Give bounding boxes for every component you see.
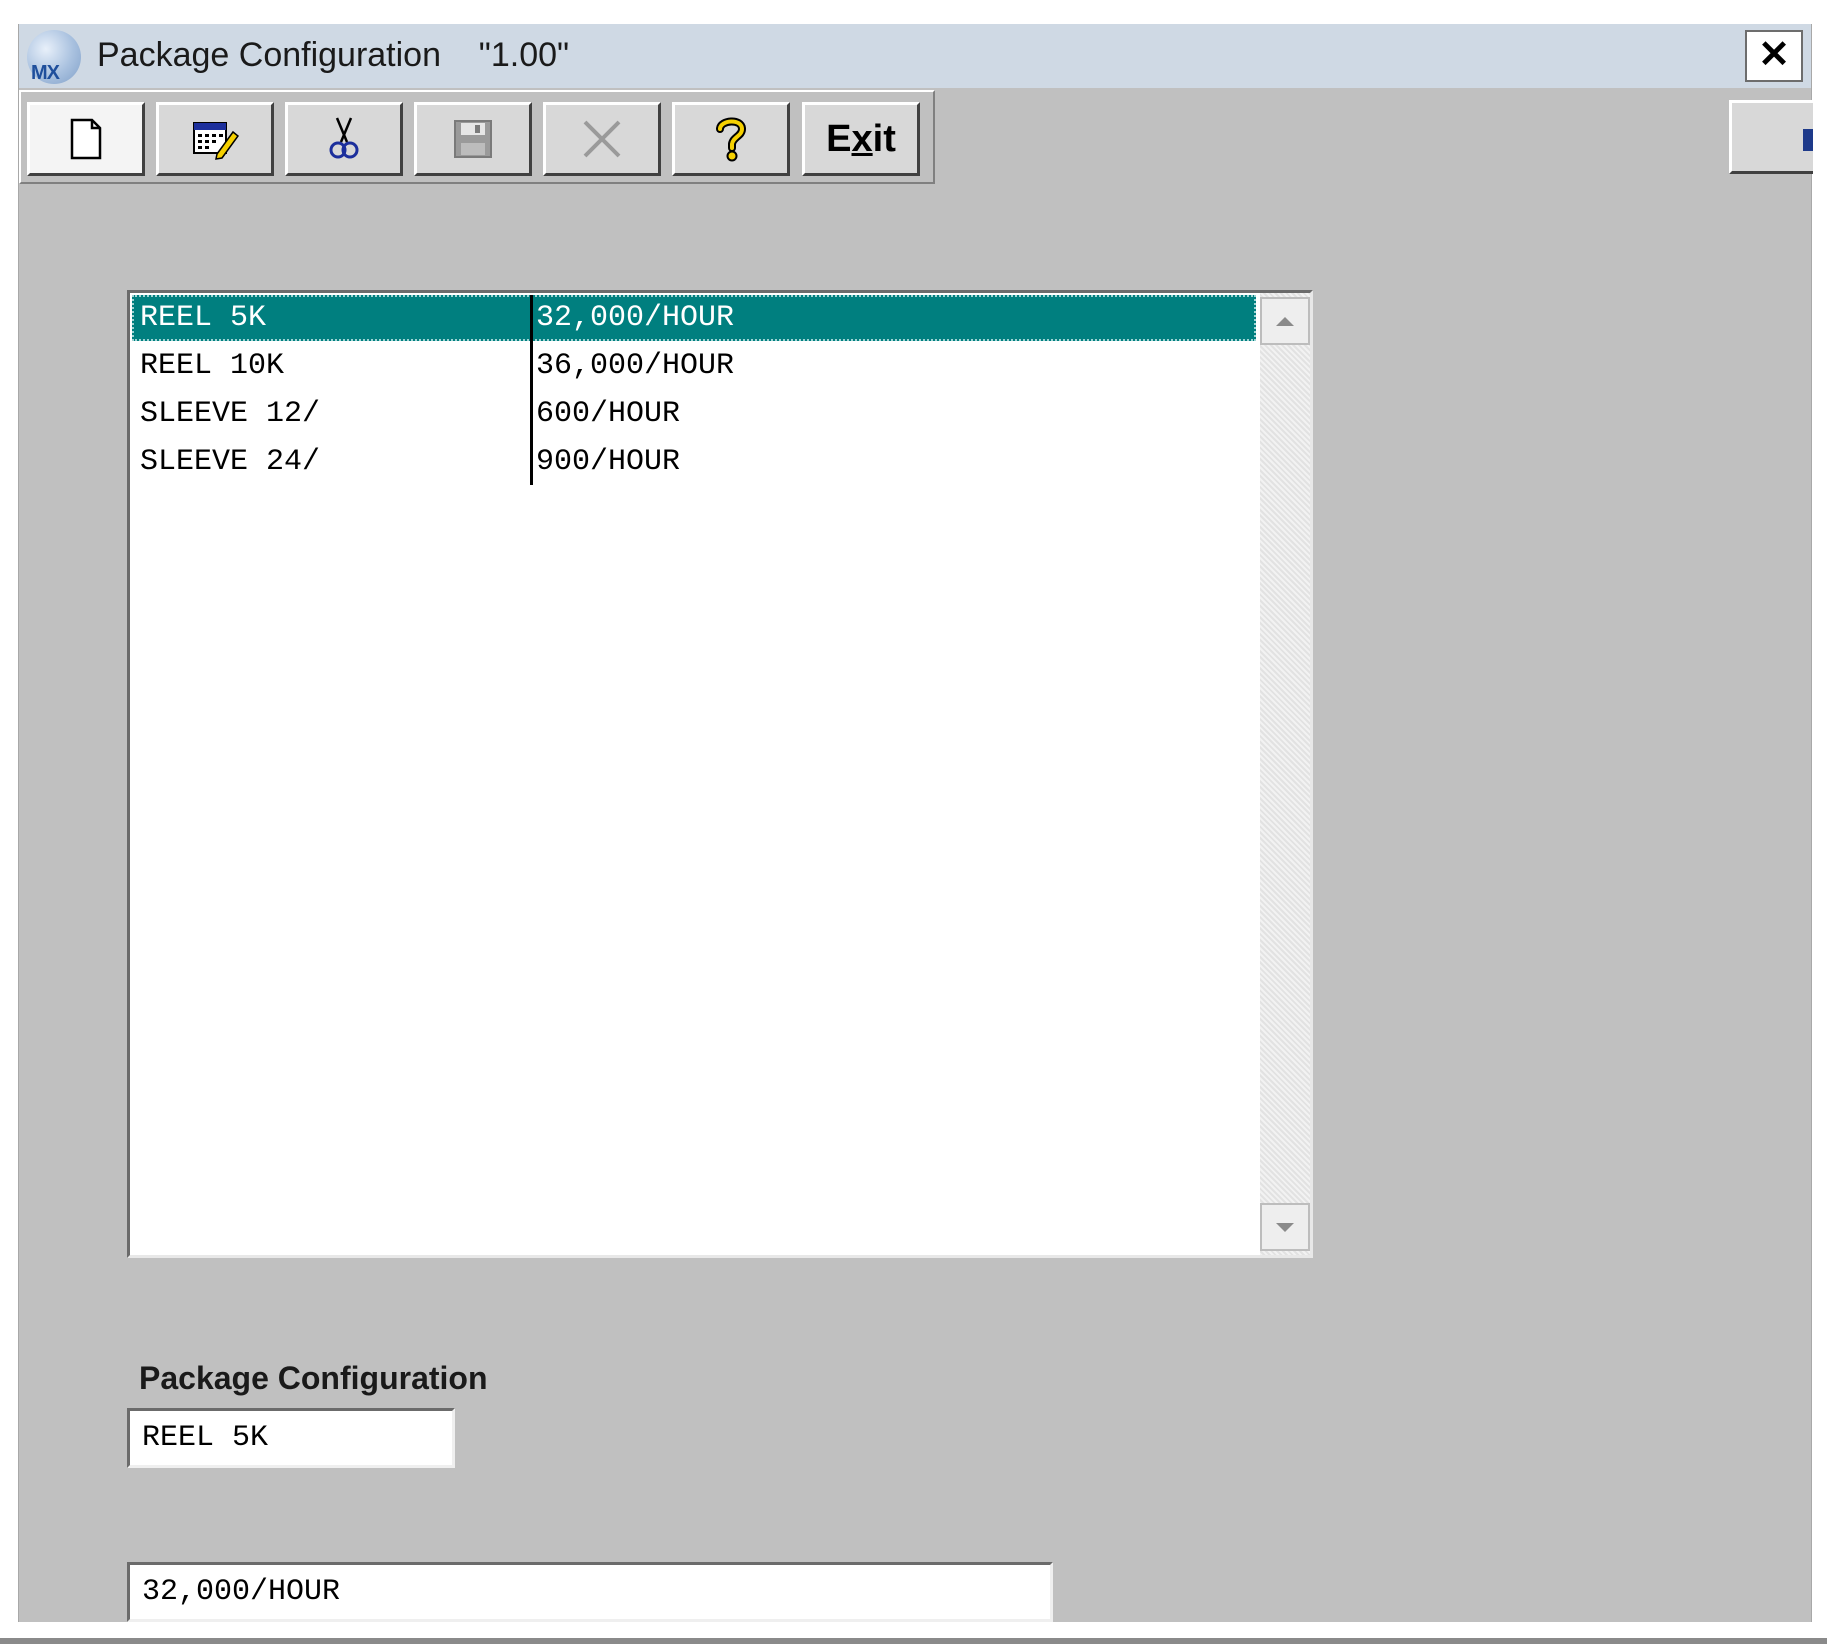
list-item[interactable]: REEL 10K 36,000/HOUR	[132, 343, 1256, 389]
floppy-disk-icon	[454, 120, 492, 158]
exit-button-label: Exit	[826, 117, 896, 160]
close-button[interactable]: ✕	[1745, 30, 1803, 82]
package-configuration-label: Package Configuration	[139, 1360, 488, 1396]
edit-calendar-icon	[193, 122, 239, 160]
list-item-rate: 32,000/HOUR	[536, 301, 735, 335]
list-item-name: REEL 10K	[140, 349, 285, 383]
delete-button[interactable]	[543, 102, 661, 176]
chevron-up-icon	[1276, 316, 1294, 326]
chevron-down-icon	[1276, 1222, 1294, 1232]
new-button[interactable]	[27, 102, 145, 176]
save-button[interactable]	[414, 102, 532, 176]
column-divider	[530, 295, 533, 485]
scissors-icon	[329, 117, 359, 159]
window-bottom-border	[0, 1638, 1827, 1644]
list-item-rate: 36,000/HOUR	[536, 349, 735, 383]
list-item[interactable]: SLEEVE 24/ 900/HOUR	[132, 439, 1256, 485]
title-bar: MX Package Configuration "1.00" ✕	[19, 24, 1811, 88]
toolbar: Exit	[19, 90, 935, 184]
cut-button[interactable]	[285, 102, 403, 176]
package-list[interactable]: REEL 5K 32,000/HOUR REEL 10K 36,000/HOUR…	[127, 290, 1313, 1258]
edit-button[interactable]	[156, 102, 274, 176]
overflow-icon	[1803, 129, 1813, 151]
new-document-icon	[70, 118, 102, 160]
x-icon	[583, 120, 621, 158]
question-mark-icon	[716, 117, 747, 162]
package-configuration-field[interactable]: REEL 5K	[127, 1408, 455, 1468]
list-item-rate: 600/HOUR	[536, 397, 681, 431]
list-item-name: SLEEVE 12/	[140, 397, 321, 431]
window-title: Package Configuration "1.00"	[97, 36, 570, 74]
app-logo-icon: MX	[27, 30, 81, 84]
close-icon: ✕	[1758, 34, 1790, 76]
list-item-rate: 900/HOUR	[536, 445, 681, 479]
rate-field[interactable]: 32,000/HOUR	[127, 1562, 1053, 1622]
scroll-down-button[interactable]	[1260, 1203, 1310, 1251]
list-item[interactable]: REEL 5K 32,000/HOUR	[132, 295, 1256, 341]
list-item-name: REEL 5K	[140, 301, 267, 335]
exit-button[interactable]: Exit	[802, 102, 920, 176]
list-item-name: SLEEVE 24/	[140, 445, 321, 479]
help-button[interactable]	[672, 102, 790, 176]
vertical-scrollbar[interactable]	[1260, 293, 1310, 1255]
list-item[interactable]: SLEEVE 12/ 600/HOUR	[132, 391, 1256, 437]
toolbar-overflow-button[interactable]	[1729, 100, 1813, 174]
scroll-up-button[interactable]	[1260, 297, 1310, 345]
package-configuration-window: MX Package Configuration "1.00" ✕ Exit R…	[18, 24, 1813, 1622]
app-logo-text: MX	[31, 62, 60, 84]
